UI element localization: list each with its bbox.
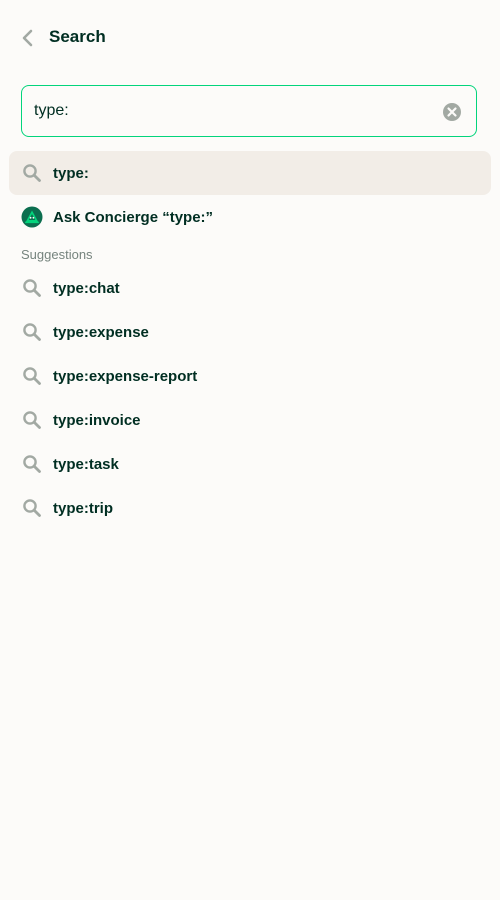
header: Search — [0, 0, 500, 74]
suggestion-label: type:trip — [53, 499, 113, 517]
suggestion-label: type:task — [53, 455, 119, 473]
suggestion-label: type:expense — [53, 323, 149, 341]
concierge-avatar-icon — [21, 206, 43, 228]
search-query-label: type: — [53, 164, 89, 182]
clear-icon[interactable] — [442, 102, 462, 122]
suggestion-item-invoice[interactable]: type:invoice — [9, 398, 491, 442]
search-icon — [21, 497, 43, 519]
back-button[interactable] — [14, 24, 42, 52]
suggestions-heading: Suggestions — [21, 247, 93, 262]
search-icon — [21, 453, 43, 475]
search-icon — [21, 365, 43, 387]
suggestion-label: type:invoice — [53, 411, 141, 429]
suggestion-item-task[interactable]: type:task — [9, 442, 491, 486]
search-field[interactable] — [21, 85, 477, 137]
search-icon — [21, 277, 43, 299]
search-input[interactable] — [34, 86, 434, 136]
ask-concierge-label: Ask Concierge “type:” — [53, 208, 214, 226]
search-query-row[interactable]: type: — [9, 151, 491, 195]
suggestion-label: type:chat — [53, 279, 120, 297]
ask-concierge-row[interactable]: Ask Concierge “type:” — [9, 195, 491, 239]
suggestion-item-expense-report[interactable]: type:expense-report — [9, 354, 491, 398]
search-icon — [21, 409, 43, 431]
page-title: Search — [49, 27, 106, 46]
suggestion-item-trip[interactable]: type:trip — [9, 486, 491, 530]
search-icon — [21, 162, 43, 184]
suggestion-item-chat[interactable]: type:chat — [9, 266, 491, 310]
suggestion-label: type:expense-report — [53, 367, 198, 385]
chevron-left-icon — [22, 29, 33, 47]
suggestion-item-expense[interactable]: type:expense — [9, 310, 491, 354]
search-icon — [21, 321, 43, 343]
